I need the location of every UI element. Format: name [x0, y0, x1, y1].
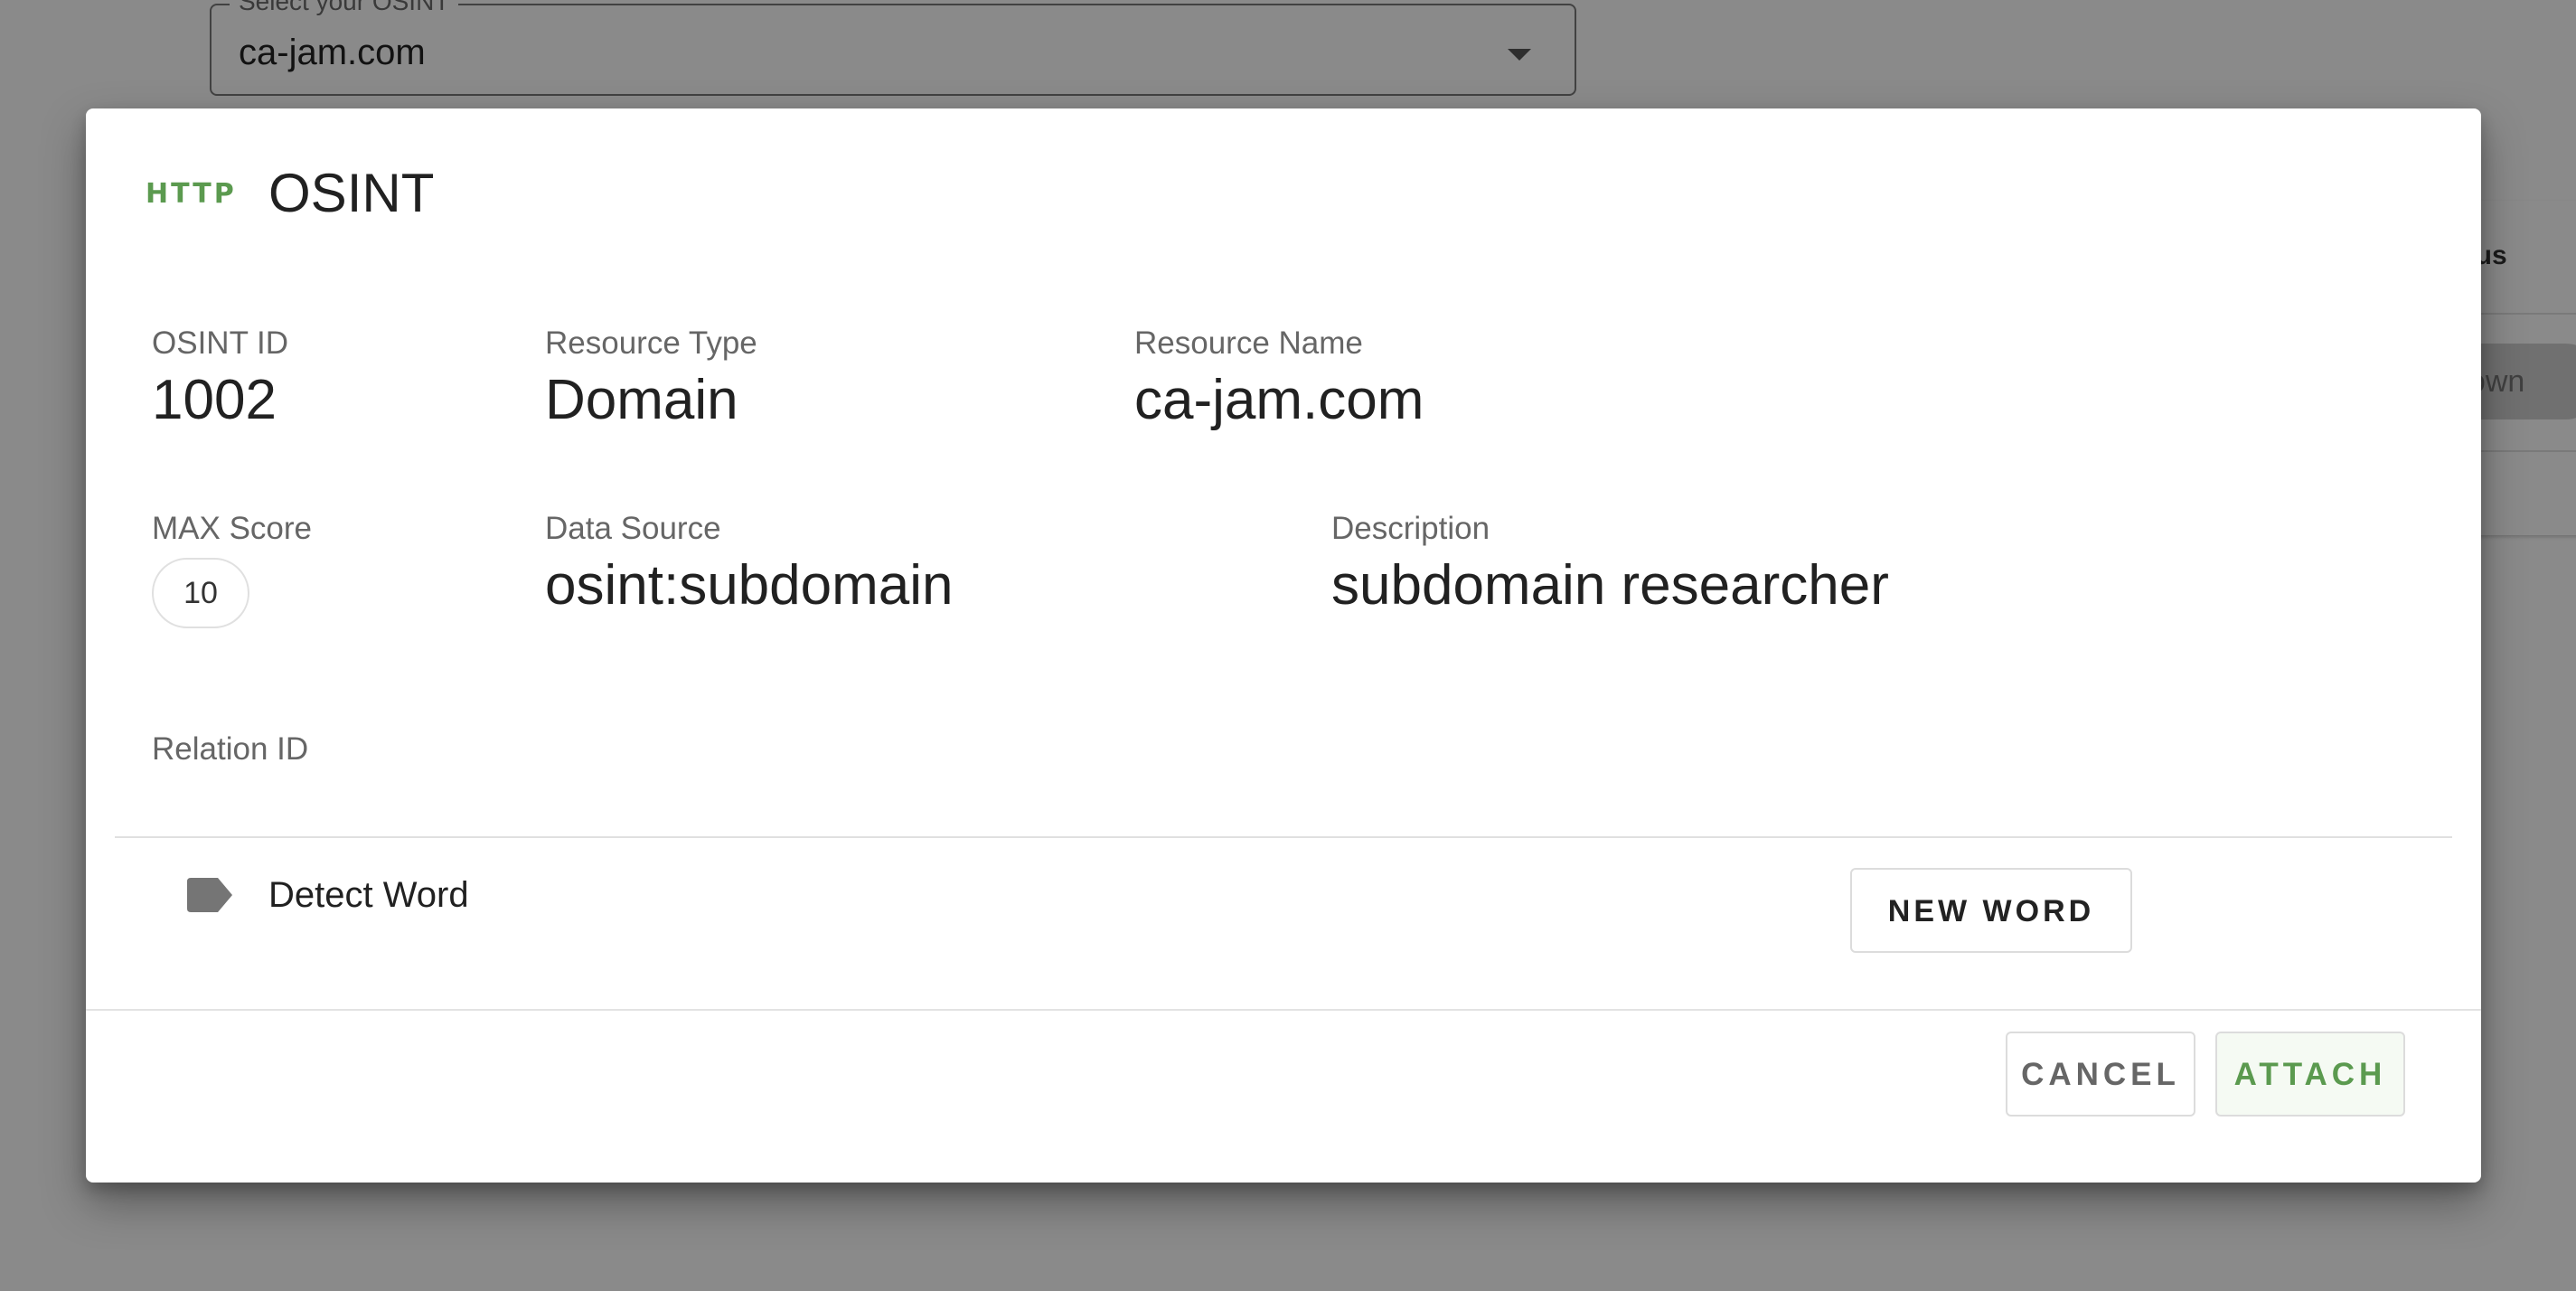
data-source-label: Data Source	[545, 511, 721, 546]
osint-id-field: OSINT ID 1002	[152, 324, 288, 434]
dialog-title: OSINT	[268, 163, 435, 223]
new-word-button[interactable]: NEW WORD	[1850, 868, 2132, 953]
resource-name-value: ca-jam.com	[1134, 369, 1424, 431]
description-value: subdomain researcher	[1331, 554, 1889, 617]
divider	[115, 836, 2452, 838]
osint-id-value: 1002	[152, 369, 277, 431]
relation-id-field: Relation ID	[152, 730, 308, 773]
data-source-value: osint:subdomain	[545, 554, 954, 617]
resource-type-field: Resource Type Domain	[545, 324, 757, 434]
dialog-header: HTTP OSINT	[146, 155, 434, 231]
max-score-chip: 10	[152, 558, 249, 628]
max-score-field: MAX Score 10	[152, 509, 312, 628]
data-source-field: Data Source osint:subdomain	[545, 509, 954, 619]
resource-type-value: Domain	[545, 369, 738, 431]
cancel-button[interactable]: CANCEL	[2006, 1032, 2195, 1117]
description-label: Description	[1331, 511, 1490, 546]
description-field: Description subdomain researcher	[1331, 509, 1889, 619]
resource-name-field: Resource Name ca-jam.com	[1134, 324, 1424, 434]
max-score-label: MAX Score	[152, 511, 312, 546]
resource-type-label: Resource Type	[545, 325, 757, 361]
dialog-footer-divider	[86, 1009, 2481, 1011]
osint-dialog: HTTP OSINT OSINT ID 1002 Resource Type D…	[86, 108, 2481, 1183]
attach-button[interactable]: ATTACH	[2215, 1032, 2405, 1117]
osint-id-label: OSINT ID	[152, 325, 289, 361]
resource-name-label: Resource Name	[1134, 325, 1363, 361]
relation-id-label: Relation ID	[152, 731, 309, 767]
label-icon	[187, 878, 232, 912]
detect-word-label: Detect Word	[268, 875, 469, 915]
detect-word-item: Detect Word	[187, 872, 469, 918]
http-icon: HTTP	[146, 177, 237, 210]
